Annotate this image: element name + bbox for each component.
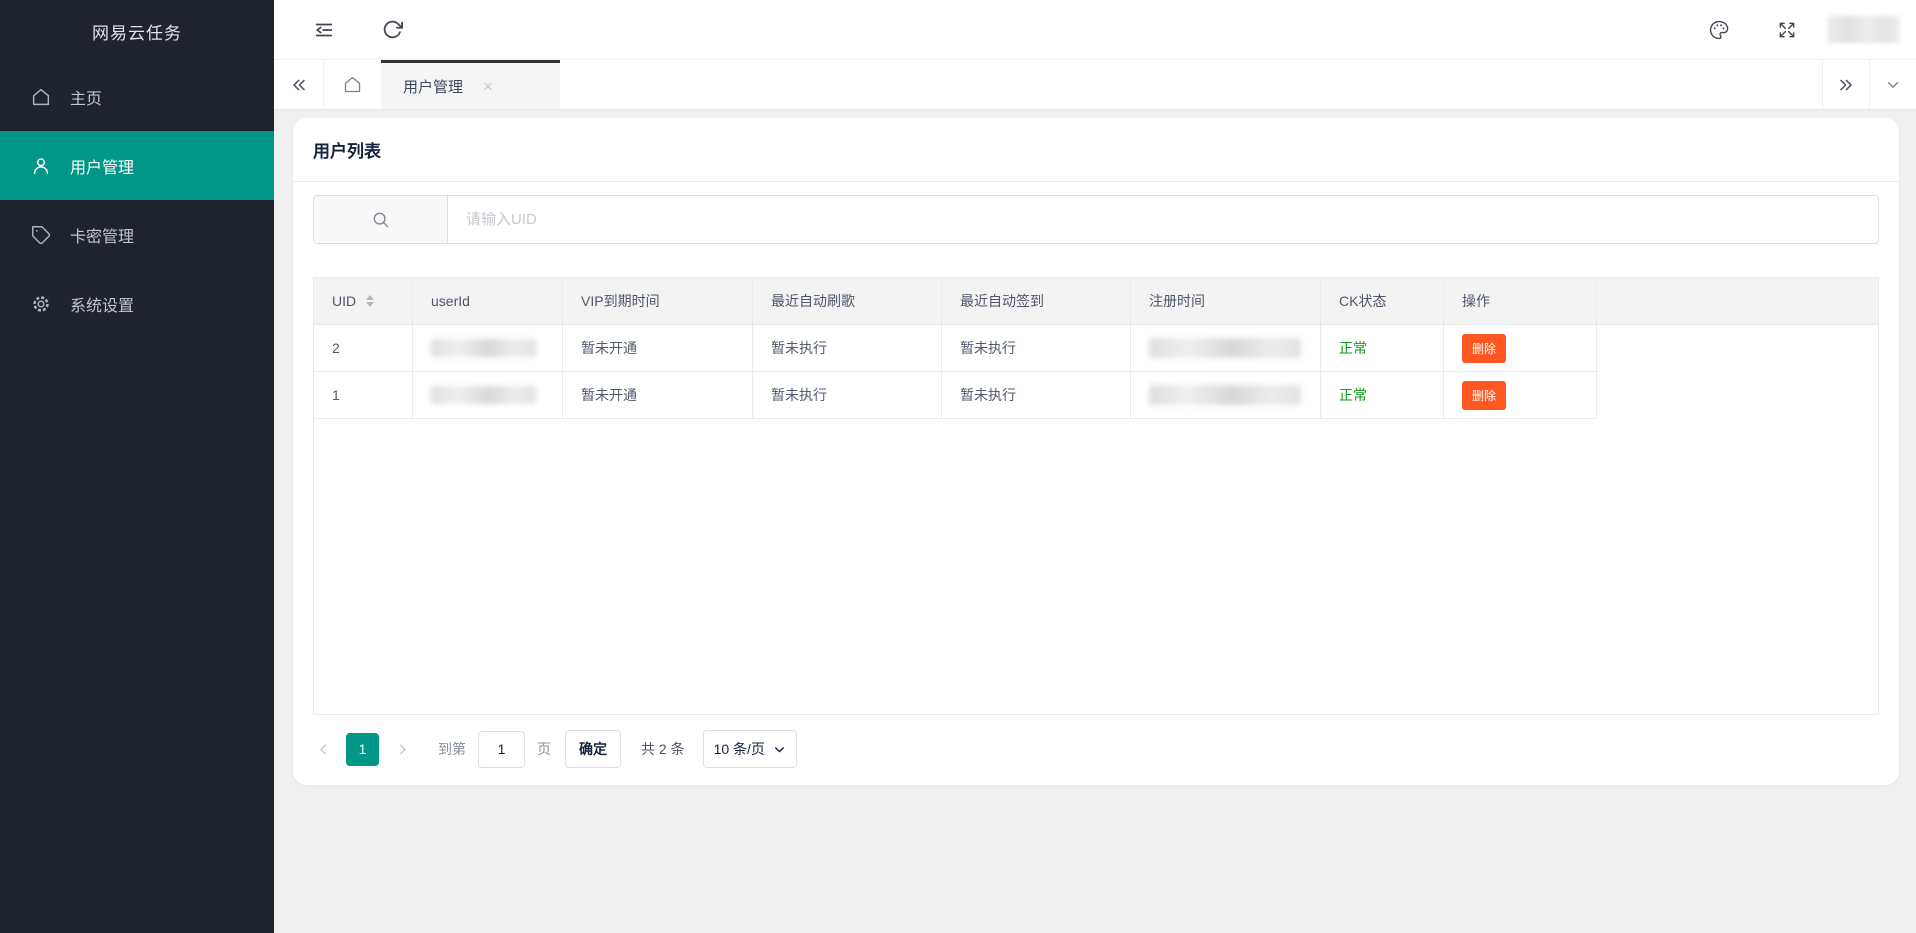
tabbar: 用户管理 × [274,60,1916,110]
search-input[interactable] [448,196,1878,243]
topbar [274,0,1916,60]
tabs-menu-chevron-down-icon[interactable] [1869,60,1916,109]
uid-search-group [313,195,1879,244]
pagination: 1 到第 页 确定 共 2 条 10 条/页 [313,715,1879,783]
avatar[interactable] [1827,16,1900,43]
cell-last-play: 暂未执行 [753,325,942,372]
refresh-icon[interactable] [372,10,412,50]
cell-reg-time [1131,325,1321,372]
page-title: 用户列表 [313,137,381,162]
card-header: 用户列表 [293,118,1899,182]
main-area: 用户管理 × 用户列表 [274,0,1916,933]
tab-label: 用户管理 [403,76,463,97]
sidebar-item-cards[interactable]: 卡密管理 [0,200,274,269]
cell-vip-expire: 暂未开通 [563,325,753,372]
ck-status-badge: 正常 [1321,372,1444,419]
goto-page-input[interactable] [478,731,525,768]
sidebar-item-home[interactable]: 主页 [0,62,274,131]
tab-close-icon[interactable]: × [483,78,493,95]
home-icon [30,86,52,108]
sidebar-item-label: 卡密管理 [70,223,134,247]
col-header-reg-time: 注册时间 [1131,278,1321,325]
next-page-icon[interactable] [392,741,412,758]
palette-icon[interactable] [1699,10,1739,50]
tabs-scroll-right-icon[interactable] [1822,60,1869,109]
reg-time-redacted [1149,385,1301,405]
reg-time-redacted [1149,338,1301,358]
sort-caret-icon[interactable] [366,295,374,307]
gear-icon [30,293,52,315]
total-count-label: 共 2 条 [641,739,685,759]
page-size-value: 10 条/页 [714,739,765,759]
table-header: UID userId VIP到期时间 最近自动刷歌 最近自动签到 注册时间 CK… [314,278,1878,325]
menu-fold-icon[interactable] [304,10,344,50]
page-size-select[interactable]: 10 条/页 [703,730,797,768]
table-body: 2 暂未开通 暂未执行 暂未执行 正常 删除 [314,325,1878,419]
userid-redacted [431,339,536,357]
confirm-button[interactable]: 确定 [565,730,621,768]
tab-home-icon[interactable] [324,60,381,109]
col-header-userid: userId [413,278,563,325]
tab-user-management[interactable]: 用户管理 × [381,60,560,109]
cell-uid: 1 [314,372,413,419]
col-header-filler [1597,278,1878,325]
sidebar-menu: 主页 用户管理 卡密管理 系统设置 [0,62,274,338]
col-header-ck-status: CK状态 [1321,278,1444,325]
cell-reg-time [1131,372,1321,419]
col-header-actions: 操作 [1444,278,1597,325]
sidebar: 网易云任务 主页 用户管理 卡密管理 系统设置 [0,0,274,933]
cell-uid: 2 [314,325,413,372]
col-header-vip-expire: VIP到期时间 [563,278,753,325]
userid-redacted [431,386,536,404]
sidebar-item-label: 用户管理 [70,154,134,178]
delete-button[interactable]: 删除 [1462,334,1506,363]
prev-page-icon[interactable] [313,741,333,758]
cell-last-checkin: 暂未执行 [942,325,1131,372]
cell-actions: 删除 [1444,372,1597,419]
cell-userid [413,372,563,419]
cell-actions: 删除 [1444,325,1597,372]
delete-button[interactable]: 删除 [1462,381,1506,410]
search-icon[interactable] [314,196,448,243]
page-unit-label: 页 [537,739,551,759]
cell-userid [413,325,563,372]
user-icon [30,155,52,177]
cell-last-checkin: 暂未执行 [942,372,1131,419]
col-header-last-checkin: 最近自动签到 [942,278,1131,325]
col-header-uid[interactable]: UID [314,278,413,325]
cell-vip-expire: 暂未开通 [563,372,753,419]
tabs-scroll-left-icon[interactable] [274,60,324,109]
ck-status-badge: 正常 [1321,325,1444,372]
table-row: 1 暂未开通 暂未执行 暂未执行 正常 删除 [314,372,1878,419]
goto-page-label: 到第 [438,739,466,759]
sidebar-item-label: 主页 [70,85,102,109]
sidebar-item-settings[interactable]: 系统设置 [0,269,274,338]
cell-last-play: 暂未执行 [753,372,942,419]
app-title: 网易云任务 [0,0,274,62]
table-row: 2 暂未开通 暂未执行 暂未执行 正常 删除 [314,325,1878,372]
card-body: UID userId VIP到期时间 最近自动刷歌 最近自动签到 注册时间 CK… [293,182,1899,783]
content-area: 用户列表 UID [274,110,1916,933]
tag-icon [30,224,52,246]
tabbar-right-controls [1822,60,1916,109]
user-list-card: 用户列表 UID [293,118,1899,785]
col-header-last-play: 最近自动刷歌 [753,278,942,325]
current-page-button[interactable]: 1 [346,733,379,766]
sidebar-item-users[interactable]: 用户管理 [0,131,274,200]
fullscreen-icon[interactable] [1767,10,1807,50]
user-table: UID userId VIP到期时间 最近自动刷歌 最近自动签到 注册时间 CK… [313,277,1879,715]
sidebar-item-label: 系统设置 [70,292,134,316]
select-chevron-down-icon [773,743,786,756]
